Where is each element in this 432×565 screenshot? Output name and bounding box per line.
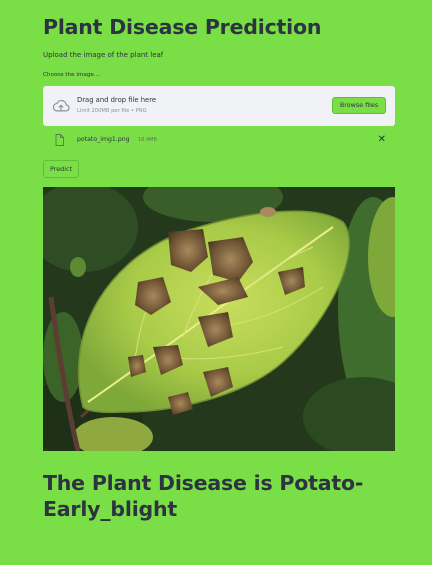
prediction-result: The Plant Disease is Potato-Early_blight	[43, 471, 364, 521]
page-subtitle: Upload the image of the plant leaf	[43, 51, 164, 59]
leaf-image	[43, 187, 395, 451]
page-title: Plant Disease Prediction	[43, 15, 322, 39]
cloud-upload-icon	[52, 99, 70, 112]
uploader-label: Choose the image....	[43, 72, 101, 78]
dropzone-instructions: Drag and drop file here	[77, 96, 157, 104]
file-dropzone[interactable]: Drag and drop file here Limit 200MB per …	[43, 86, 395, 126]
predict-button[interactable]: Predict	[43, 160, 79, 178]
browse-files-button[interactable]: Browse files	[332, 97, 386, 114]
dropzone-limit: Limit 200MB per file • PNG	[77, 108, 147, 114]
uploaded-file-name: potato_img1.png	[77, 136, 130, 143]
close-icon[interactable]: ✕	[378, 134, 386, 146]
uploaded-file-size: 18.4MB	[138, 137, 157, 143]
file-icon	[55, 134, 64, 146]
uploaded-file-row: potato_img1.png 18.4MB ✕	[43, 133, 395, 147]
